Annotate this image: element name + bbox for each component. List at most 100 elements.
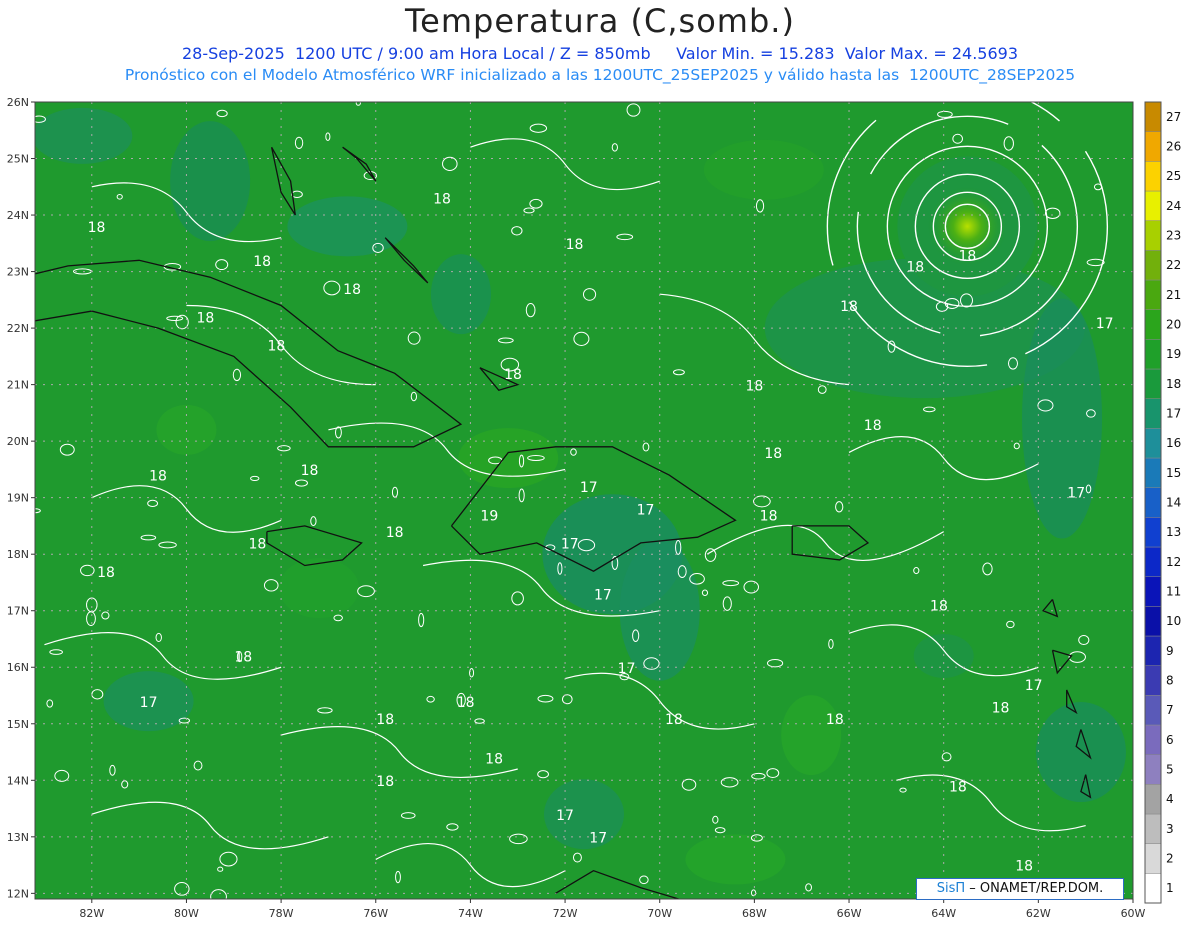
contour-value-label: 18 bbox=[1015, 859, 1033, 875]
colorbar-swatch bbox=[1144, 279, 1162, 310]
field-patch bbox=[1035, 702, 1126, 803]
lat-tick-label: 18N bbox=[7, 548, 29, 561]
colorbar-label: 13 bbox=[1166, 525, 1181, 539]
colorbar-label: 27 bbox=[1166, 110, 1181, 124]
contour-value-label: 18 bbox=[906, 260, 924, 276]
contour-value-label: 18 bbox=[267, 339, 285, 355]
lon-tick-label: 70W bbox=[647, 907, 672, 920]
colorbar-label: 17 bbox=[1166, 407, 1181, 421]
contour-value-label: 18 bbox=[485, 751, 503, 767]
field-patch bbox=[170, 121, 251, 242]
lat-tick-label: 13N bbox=[7, 831, 29, 844]
colorbar-label: 4 bbox=[1166, 792, 1174, 806]
colorbar-label: 7 bbox=[1166, 703, 1174, 717]
contour-value-label: 18 bbox=[840, 299, 858, 315]
lat-tick-label: 14N bbox=[7, 774, 29, 787]
contour-value-label: 18 bbox=[764, 446, 782, 462]
contour-value-label: 18 bbox=[249, 537, 267, 553]
lon-tick-label: 62W bbox=[1026, 907, 1051, 920]
colorbar-swatch bbox=[1144, 487, 1162, 518]
contour-value-label: 17 bbox=[618, 661, 636, 677]
field-patch bbox=[278, 558, 359, 619]
colorbar-swatch bbox=[1144, 339, 1162, 370]
contour-value-label: 18 bbox=[97, 565, 115, 581]
colorbar-label: 10 bbox=[1166, 614, 1181, 628]
lon-tick-label: 72W bbox=[553, 907, 578, 920]
colorbar-label: 6 bbox=[1166, 733, 1174, 747]
contour-value-label: 18 bbox=[665, 712, 683, 728]
contour-value-label: 17 bbox=[1067, 486, 1085, 502]
contour-value-label: 17 bbox=[594, 587, 612, 603]
contour-value-label: 18 bbox=[343, 282, 361, 298]
contour-value-label: 18 bbox=[504, 367, 522, 383]
lat-tick-label: 24N bbox=[7, 209, 29, 222]
contour-value-label: 18 bbox=[745, 378, 763, 394]
colorbar-swatch bbox=[1144, 428, 1162, 459]
contour-value-label: 18 bbox=[457, 695, 475, 711]
colorbar-swatch bbox=[1144, 576, 1162, 607]
colorbar-swatch bbox=[1144, 784, 1162, 815]
colorbar-swatch bbox=[1144, 398, 1162, 429]
colorbar-label: 23 bbox=[1166, 229, 1181, 243]
lon-tick-label: 78W bbox=[269, 907, 294, 920]
colorbar-label: 26 bbox=[1166, 140, 1181, 154]
lat-tick-label: 19N bbox=[7, 492, 29, 505]
contour-value-label: 18 bbox=[376, 712, 394, 728]
colorbar-swatch bbox=[1144, 161, 1162, 192]
colorbar-swatch bbox=[1144, 606, 1162, 637]
colorbar-label: 19 bbox=[1166, 347, 1181, 361]
lat-tick-label: 22N bbox=[7, 322, 29, 335]
lon-tick-label: 68W bbox=[742, 907, 767, 920]
colorbar-label: 20 bbox=[1166, 318, 1181, 332]
contour-value-label: 18 bbox=[433, 192, 451, 208]
lat-tick-label: 26N bbox=[7, 96, 29, 109]
contour-value-label: 18 bbox=[234, 650, 252, 666]
colorbar-label: 21 bbox=[1166, 288, 1181, 302]
contour-value-label: 17 bbox=[1096, 316, 1114, 332]
colorbar-swatch bbox=[1144, 754, 1162, 785]
map-panel: 18 18 18 18 18 18 18 18 18 18 18 18 18 18 18 18 18 18 18 18… bbox=[0, 0, 1200, 927]
colorbar-label: 8 bbox=[1166, 674, 1174, 688]
colorbar-label: 5 bbox=[1166, 763, 1174, 777]
contour-value-label: 18 bbox=[196, 310, 214, 326]
contour-value-label: 18 bbox=[930, 599, 948, 615]
credit-text: – ONAMET/REP.DOM. bbox=[969, 881, 1104, 896]
field-patch bbox=[430, 254, 491, 335]
contour-value-label: 17 bbox=[1025, 678, 1043, 694]
lat-tick-label: 12N bbox=[7, 887, 29, 900]
lat-tick-label: 17N bbox=[7, 605, 29, 618]
contour-value-label: 18 bbox=[958, 248, 976, 264]
colorbar-label: 14 bbox=[1166, 496, 1181, 510]
colorbar-swatch bbox=[1144, 309, 1162, 340]
contour-value-label: 18 bbox=[149, 469, 167, 485]
colorbar-swatch bbox=[1144, 813, 1162, 844]
lon-tick-label: 80W bbox=[174, 907, 199, 920]
colorbar-swatch bbox=[1144, 546, 1162, 577]
lat-tick-label: 21N bbox=[7, 379, 29, 392]
field-patch bbox=[458, 428, 559, 489]
lat-tick-label: 15N bbox=[7, 718, 29, 731]
lon-tick-label: 82W bbox=[79, 907, 104, 920]
contour-value-label: 17 bbox=[589, 830, 607, 846]
lat-tick-label: 23N bbox=[7, 266, 29, 279]
contour-value-label: 18 bbox=[992, 700, 1010, 716]
colorbar-swatch bbox=[1144, 635, 1162, 666]
colorbar-label: 12 bbox=[1166, 555, 1181, 569]
field-patch bbox=[35, 107, 133, 164]
colorbar-label: 9 bbox=[1166, 644, 1174, 658]
contour-value-label: 18 bbox=[301, 463, 319, 479]
lon-tick-label: 66W bbox=[837, 907, 862, 920]
lon-tick-label: 64W bbox=[931, 907, 956, 920]
colorbar-swatch bbox=[1144, 368, 1162, 399]
lon-tick-label: 76W bbox=[363, 907, 388, 920]
contour-value-label: 17 bbox=[580, 480, 598, 496]
colorbar-swatch bbox=[1144, 250, 1162, 281]
field-patch bbox=[781, 695, 842, 776]
colorbar-swatch bbox=[1144, 843, 1162, 874]
lon-tick-label: 74W bbox=[458, 907, 483, 920]
contour-value-label: 17 bbox=[637, 503, 655, 519]
colorbar-swatch bbox=[1144, 695, 1162, 726]
colorbar: 1234567891011121314151617181920212223242… bbox=[1144, 101, 1181, 904]
contour-value-label: 18 bbox=[826, 712, 844, 728]
contour-value-label: 18 bbox=[760, 508, 778, 524]
